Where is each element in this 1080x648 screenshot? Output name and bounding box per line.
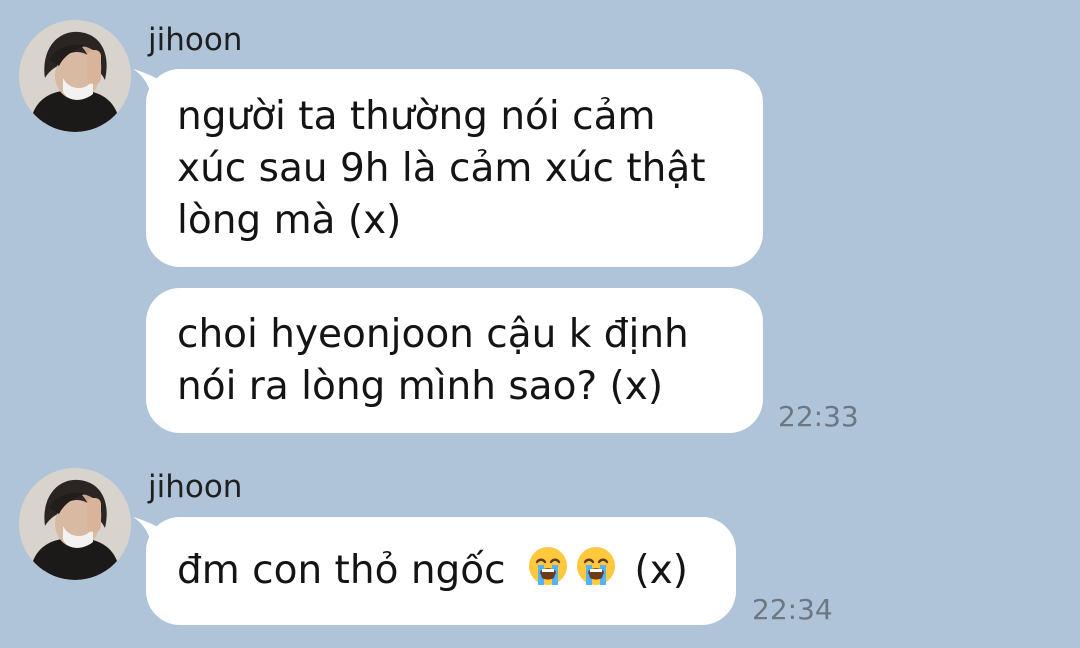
message-line: lòng mà (x) [177,198,402,243]
message-line: xúc sau 9h là cảm xúc thật [177,146,706,191]
message-bubble[interactable]: choi hyeonjoon cậu k định nói ra lòng mì… [146,288,763,433]
message-timestamp: 22:34 [752,593,833,626]
sender-avatar[interactable] [19,20,131,132]
message-bubble[interactable]: người ta thường nói cảm xúc sau 9h là cả… [146,69,763,267]
sender-avatar[interactable] [19,468,131,580]
loudly-crying-face-icon [577,547,616,585]
loudly-crying-face-icon [529,547,568,585]
message-line: người ta thường nói cảm [177,94,656,139]
message-line: choi hyeonjoon cậu k định [177,312,689,357]
message-text: (x) [634,548,688,593]
message-line: nói ra lòng mình sao? (x) [177,364,664,409]
message-timestamp: 22:33 [778,400,859,433]
sender-name: jihoon [148,469,243,505]
message-line: đm con thỏ ngốc (x) [177,545,708,597]
message-text: đm con thỏ ngốc [177,548,506,593]
message-bubble[interactable]: đm con thỏ ngốc (x) [146,517,736,625]
sender-name: jihoon [148,22,243,58]
